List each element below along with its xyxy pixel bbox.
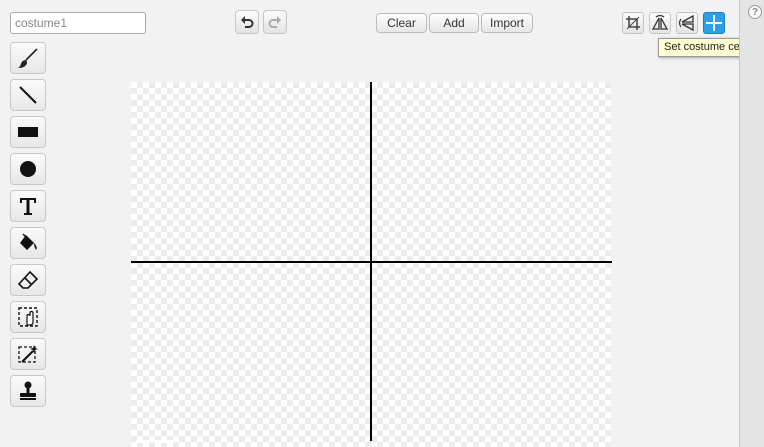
undo-icon <box>241 16 254 28</box>
eraser-icon <box>17 270 39 289</box>
text-tool[interactable] <box>10 190 46 222</box>
brush-icon <box>18 48 38 68</box>
ellipse-tool[interactable] <box>10 153 46 185</box>
rectangle-tool[interactable] <box>10 116 46 148</box>
rectangle-icon <box>18 127 38 137</box>
stamp-icon <box>20 381 36 400</box>
paint-bucket-tool[interactable] <box>10 227 46 259</box>
vertical-center-axis <box>370 82 372 441</box>
set-center-button[interactable] <box>703 12 725 34</box>
right-panel-edge <box>739 0 764 447</box>
costume-name-input[interactable] <box>10 12 146 34</box>
ellipse-icon <box>20 161 36 177</box>
redo-button[interactable] <box>263 10 287 34</box>
eraser-tool[interactable] <box>10 264 46 296</box>
text-icon <box>20 198 36 215</box>
undo-button[interactable] <box>235 10 259 34</box>
brush-tool[interactable] <box>10 42 46 74</box>
magic-wand-icon <box>18 345 38 363</box>
help-icon[interactable]: ? <box>748 5 762 19</box>
magic-wand-tool[interactable] <box>10 338 46 370</box>
paint-bucket-icon <box>20 233 37 250</box>
clear-button[interactable]: Clear <box>376 13 427 33</box>
flip-vertical-icon <box>678 14 694 32</box>
select-icon <box>18 307 38 327</box>
canvas-scroll-indicator <box>136 440 174 443</box>
crop-icon <box>626 16 640 30</box>
line-icon <box>19 86 37 104</box>
import-button[interactable]: Import <box>481 13 533 33</box>
redo-icon <box>268 16 281 28</box>
crop-button[interactable] <box>622 12 644 34</box>
crosshair-icon <box>706 15 722 31</box>
flip-horizontal-icon <box>651 14 669 30</box>
select-tool[interactable] <box>10 301 46 333</box>
flip-horizontal-button[interactable] <box>649 12 671 34</box>
flip-vertical-button[interactable] <box>676 12 698 34</box>
add-button[interactable]: Add <box>429 13 479 33</box>
stamp-tool[interactable] <box>10 375 46 407</box>
paint-tools <box>10 42 48 412</box>
line-tool[interactable] <box>10 79 46 111</box>
